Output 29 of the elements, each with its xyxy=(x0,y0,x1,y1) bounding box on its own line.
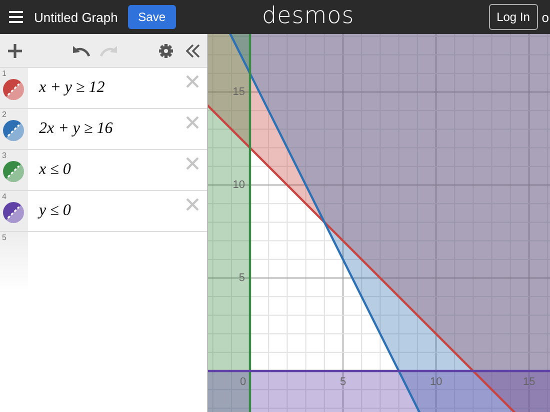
expression-input[interactable]: y ≤ 0 xyxy=(28,191,186,231)
expression-input[interactable]: x + y ≥ 12 xyxy=(28,68,186,108)
settings-icon[interactable] xyxy=(159,44,173,58)
line-number: 5 xyxy=(2,233,6,242)
undo-icon[interactable] xyxy=(72,44,90,56)
color-toggle-icon[interactable] xyxy=(3,161,24,182)
color-toggle-icon[interactable] xyxy=(3,79,24,100)
expression-input[interactable]: 2x + y ≥ 16 xyxy=(28,109,186,149)
expression-input[interactable]: x ≤ 0 xyxy=(28,150,186,190)
x-axis-label: 0 xyxy=(240,376,246,388)
add-icon[interactable] xyxy=(8,44,22,58)
menu-icon[interactable] xyxy=(9,11,23,23)
line-number: 1 xyxy=(2,69,6,78)
line-number: 3 xyxy=(2,151,6,160)
x-axis-label: 5 xyxy=(340,376,346,388)
line-number: 4 xyxy=(2,192,6,201)
color-toggle-icon[interactable] xyxy=(3,202,24,223)
login-button[interactable]: Log In xyxy=(488,4,538,30)
save-button[interactable]: Save xyxy=(128,5,176,29)
x-axis-label: 10 xyxy=(430,376,442,388)
header-text: o xyxy=(542,10,549,24)
y-axis-label: 15 xyxy=(232,86,245,98)
line-number: 2 xyxy=(2,110,6,119)
logo: desmos xyxy=(262,3,354,29)
collapse-icon[interactable] xyxy=(186,44,200,58)
graph-drawing[interactable] xyxy=(208,34,550,412)
graph-title[interactable]: Untitled Graph xyxy=(34,10,118,24)
color-toggle-icon[interactable] xyxy=(3,120,24,141)
x-axis-label: 15 xyxy=(523,376,536,388)
